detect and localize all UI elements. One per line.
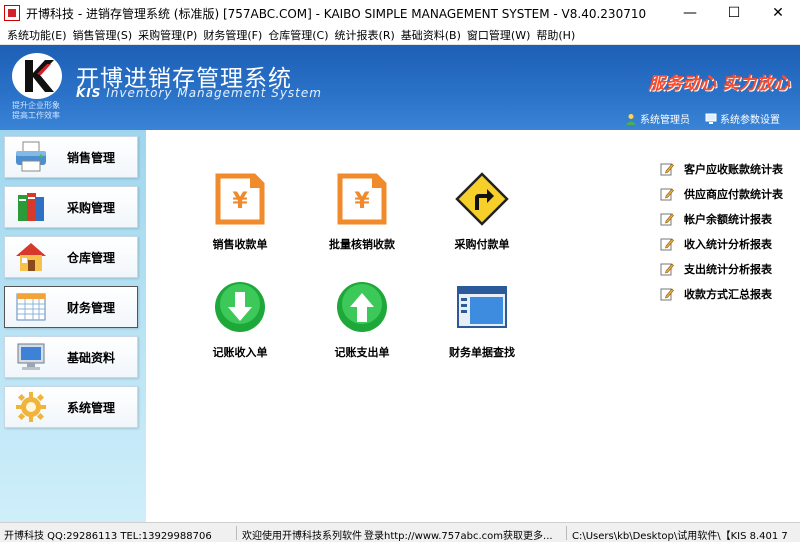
menu-bar: 系统功能(E) 销售管理(S) 采购管理(P) 财务管理(F) 仓库管理(C) … bbox=[0, 26, 800, 45]
function-purchase-payment[interactable]: 采购付款单 bbox=[422, 172, 542, 252]
report-label: 收入统计分析报表 bbox=[684, 237, 772, 251]
settings-link[interactable]: 系统参数设置 bbox=[705, 111, 780, 126]
monitor-icon bbox=[13, 339, 49, 375]
menu-window[interactable]: 窗口管理(W) bbox=[464, 27, 533, 43]
sidebar-item-system[interactable]: 系统管理 bbox=[4, 386, 138, 428]
report-label: 收款方式汇总报表 bbox=[684, 287, 772, 301]
monitor-settings-icon bbox=[705, 113, 717, 124]
pencil-document-icon bbox=[660, 213, 674, 225]
menu-finance[interactable]: 财务管理(F) bbox=[200, 27, 265, 43]
menu-sales[interactable]: 销售管理(S) bbox=[70, 27, 136, 43]
pencil-document-icon bbox=[660, 263, 674, 275]
sidebar-item-label: 采购管理 bbox=[67, 200, 116, 215]
sidebar-item-purchase[interactable]: 采购管理 bbox=[4, 186, 138, 228]
menu-reports[interactable]: 统计报表(R) bbox=[332, 27, 398, 43]
pencil-document-icon bbox=[660, 288, 674, 300]
menu-warehouse[interactable]: 仓库管理(C) bbox=[265, 27, 331, 43]
status-login-link[interactable]: 登录http://www.757abc.com获取更多... bbox=[364, 527, 553, 542]
admin-link[interactable]: 系统管理员 bbox=[625, 111, 690, 126]
report-list: 客户应收账款统计表 供应商应付款统计表 帐户余额统计报表 收入统计分析报表 支出… bbox=[660, 156, 783, 306]
function-label: 采购付款单 bbox=[454, 238, 510, 251]
function-expense-entry[interactable]: 记账支出单 bbox=[302, 280, 422, 360]
svg-text:¥: ¥ bbox=[354, 189, 370, 214]
yen-document-icon: ¥ bbox=[213, 172, 267, 226]
menu-system[interactable]: 系统功能(E) bbox=[4, 27, 70, 43]
function-label: 销售收款单 bbox=[212, 238, 268, 251]
status-company: 开博科技 QQ:29286113 TEL:13929988706 bbox=[4, 531, 212, 542]
status-path: C:\Users\kb\Desktop\试用软件\【KIS 8.401 7 bbox=[572, 531, 788, 542]
tagline: 服务动心 实力放心 bbox=[648, 74, 790, 94]
report-expense-analysis[interactable]: 支出统计分析报表 bbox=[660, 256, 783, 281]
sidebar-item-basic-data[interactable]: 基础资料 bbox=[4, 336, 138, 378]
up-arrow-icon bbox=[335, 280, 389, 334]
user-icon bbox=[626, 113, 636, 125]
subtitle-rest: Inventory Management System bbox=[101, 86, 322, 100]
sidebar-item-label: 财务管理 bbox=[67, 300, 116, 315]
function-batch-writeoff[interactable]: ¥ 批量核销收款 bbox=[302, 172, 422, 252]
kaibo-logo bbox=[12, 53, 62, 99]
report-income-analysis[interactable]: 收入统计分析报表 bbox=[660, 231, 783, 256]
status-welcome: 欢迎使用开博科技系列软件 bbox=[242, 531, 362, 542]
sidebar-item-label: 系统管理 bbox=[67, 400, 116, 415]
sidebar-item-label: 销售管理 bbox=[67, 150, 116, 165]
menu-help[interactable]: 帮助(H) bbox=[533, 27, 578, 43]
report-account-balance[interactable]: 帐户余额统计报表 bbox=[660, 206, 783, 231]
svg-text:¥: ¥ bbox=[232, 189, 248, 214]
sidebar-item-sales[interactable]: 销售管理 bbox=[4, 136, 138, 178]
yen-document-icon: ¥ bbox=[335, 172, 389, 226]
admin-link-label: 系统管理员 bbox=[640, 115, 690, 126]
report-payment-method-summary[interactable]: 收款方式汇总报表 bbox=[660, 281, 783, 306]
down-arrow-icon bbox=[213, 280, 267, 334]
main-panel: ¥ 销售收款单 ¥ 批量核销收款 采购付款单 记账收入单 记账支出单 财务单据查… bbox=[146, 130, 800, 522]
spreadsheet-icon bbox=[13, 289, 49, 325]
function-label: 批量核销收款 bbox=[329, 238, 395, 251]
books-icon bbox=[13, 189, 49, 225]
pencil-document-icon bbox=[660, 238, 674, 250]
sidebar-item-label: 基础资料 bbox=[67, 350, 116, 365]
turn-sign-icon bbox=[455, 172, 509, 226]
slogan-2: 提高工作效率 bbox=[12, 111, 60, 120]
function-label: 财务单据查找 bbox=[449, 346, 515, 359]
report-supplier-payables[interactable]: 供应商应付款统计表 bbox=[660, 181, 783, 206]
function-sales-receipt[interactable]: ¥ 销售收款单 bbox=[180, 172, 300, 252]
window-title: 开博科技 - 进销存管理系统 (标准版) [757ABC.COM] - KAIB… bbox=[26, 6, 647, 21]
pencil-document-icon bbox=[660, 188, 674, 200]
gear-icon bbox=[13, 389, 49, 425]
function-finance-doc-search[interactable]: 财务单据查找 bbox=[422, 280, 542, 360]
minimize-button[interactable]: — bbox=[668, 0, 712, 26]
sidebar-item-warehouse[interactable]: 仓库管理 bbox=[4, 236, 138, 278]
app-icon bbox=[4, 5, 20, 21]
pencil-document-icon bbox=[660, 163, 674, 175]
function-income-entry[interactable]: 记账收入单 bbox=[180, 280, 300, 360]
menu-purchase[interactable]: 采购管理(P) bbox=[135, 27, 200, 43]
sidebar-item-finance[interactable]: 财务管理 bbox=[4, 286, 138, 328]
report-label: 支出统计分析报表 bbox=[684, 262, 772, 276]
menu-basic-data[interactable]: 基础资料(B) bbox=[398, 27, 464, 43]
window-search-icon bbox=[455, 280, 509, 334]
house-icon bbox=[13, 239, 49, 275]
printer-icon bbox=[13, 139, 49, 175]
settings-link-label: 系统参数设置 bbox=[720, 115, 780, 126]
subtitle-kis: KIS bbox=[76, 86, 102, 100]
status-bar: 开博科技 QQ:29286113 TEL:13929988706 欢迎使用开博科… bbox=[0, 522, 800, 542]
title-bar: 开博科技 - 进销存管理系统 (标准版) [757ABC.COM] - KAIB… bbox=[0, 0, 800, 26]
report-label: 帐户余额统计报表 bbox=[684, 212, 772, 226]
function-label: 记账支出单 bbox=[334, 346, 390, 359]
status-divider bbox=[236, 526, 237, 540]
report-label: 客户应收账款统计表 bbox=[684, 162, 783, 176]
maximize-button[interactable]: ☐ bbox=[712, 0, 756, 26]
report-label: 供应商应付款统计表 bbox=[684, 187, 783, 201]
header-banner: 提升企业形象 提高工作效率 开博进销存管理系统 KIS Inventory Ma… bbox=[0, 45, 800, 130]
app-subtitle: KIS Inventory Management System bbox=[76, 86, 322, 100]
sidebar: 销售管理 采购管理 仓库管理 财务管理 基础资料 系统管理 bbox=[0, 130, 146, 522]
status-divider bbox=[566, 526, 567, 540]
close-button[interactable]: ✕ bbox=[756, 0, 800, 26]
sidebar-item-label: 仓库管理 bbox=[67, 250, 116, 265]
report-customer-receivables[interactable]: 客户应收账款统计表 bbox=[660, 156, 783, 181]
function-label: 记账收入单 bbox=[212, 346, 268, 359]
